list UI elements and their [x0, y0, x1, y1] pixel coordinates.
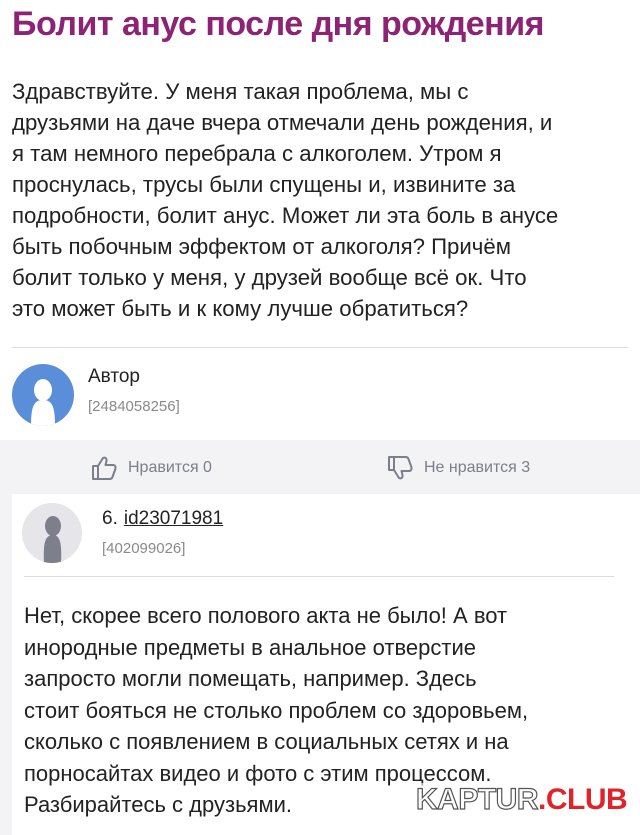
question-line: подробности, болит анус. Может ли эта бо…: [12, 203, 559, 228]
reply-user-link[interactable]: id23071981: [124, 508, 223, 529]
divider: [24, 576, 614, 577]
question-line: Здравствуйте. У меня такая проблема, мы …: [12, 79, 469, 104]
reply-line: сколько с появлением в социальных сетях …: [24, 729, 509, 754]
question-text: Здравствуйте. У меня такая проблема, мы …: [12, 76, 632, 324]
divider: [12, 347, 628, 348]
reply-line: запросто могли помещать, например. Здесь: [24, 666, 477, 691]
watermark-part2: .CLUB: [538, 783, 628, 816]
dislike-label: Не нравится 3: [424, 459, 531, 476]
user-silhouette-icon: [43, 516, 62, 563]
reply-avatar[interactable]: [22, 503, 82, 563]
reply-indent: [0, 494, 12, 835]
question-line: это может быть и к кому лучше обратиться…: [12, 296, 469, 321]
author-name[interactable]: Автор: [88, 366, 140, 388]
post-title: Болит анус после дня рождения: [12, 5, 544, 43]
question-line: я там немного перебрала с алкоголем. Утр…: [12, 141, 502, 166]
thumbs-down-icon: [388, 456, 413, 480]
user-silhouette-icon: [31, 379, 55, 426]
reply-line: Нет, скорее всего полового акта не было!…: [24, 603, 508, 628]
reply-line: инородные предметы в анальное отверстие: [24, 634, 476, 660]
reply-id: [402099026]: [102, 540, 186, 557]
watermark: KAPTUR.CLUB: [412, 782, 632, 817]
watermark-part1: KAPTUR: [415, 782, 539, 816]
like-button[interactable]: Нравится 0: [90, 454, 212, 482]
reply-author: 6. id23071981: [102, 508, 223, 530]
dislike-button[interactable]: Не нравится 3: [386, 454, 530, 482]
author-avatar[interactable]: [12, 364, 74, 426]
question-line: друзьями на даче вчера отмечали день рож…: [12, 110, 553, 135]
thumbs-up-icon: [92, 456, 117, 480]
question-line: болит только у меня, у друзей вообще всё…: [12, 265, 527, 290]
question-line: проснулась, трусы были спущены и, извини…: [12, 172, 516, 197]
author-id: [2484058256]: [88, 398, 180, 415]
reply-line: стоит бояться не столько проблем со здор…: [24, 697, 529, 723]
question-line: быть побочным эффектом от алкоголя? Прич…: [12, 234, 511, 259]
like-label: Нравится 0: [128, 459, 212, 476]
reply-number: 6.: [102, 508, 118, 529]
